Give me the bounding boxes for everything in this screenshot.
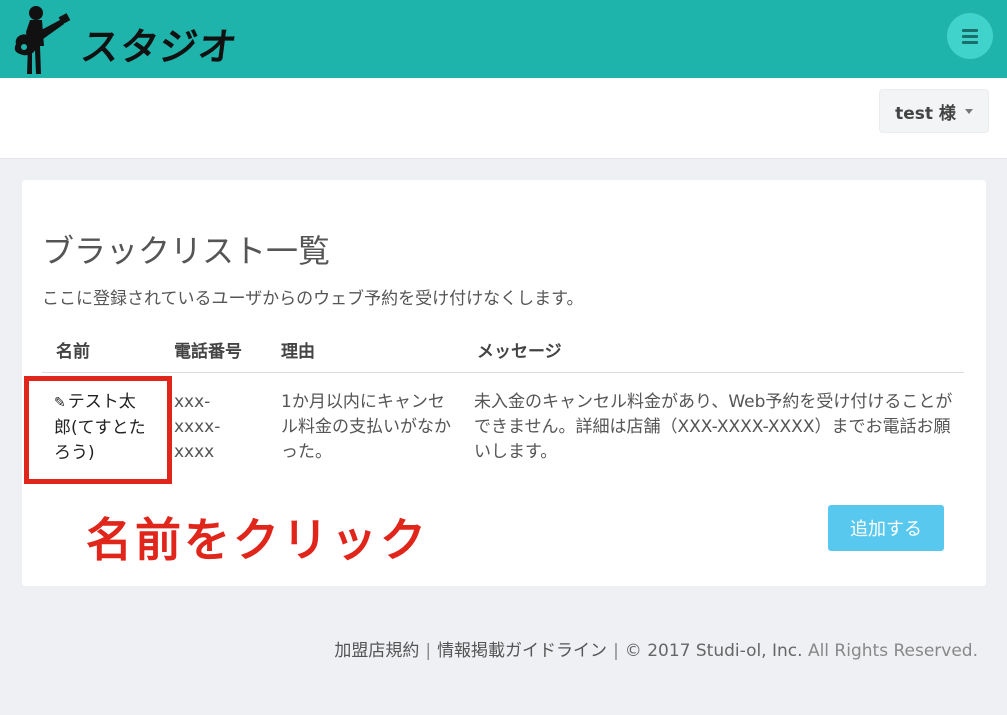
- terms-link[interactable]: 加盟店規約: [334, 641, 419, 661]
- user-bar: test 様: [0, 78, 1007, 159]
- rights-text: All Rights Reserved.: [807, 641, 978, 661]
- footer: 加盟店規約 | 情報掲載ガイドライン | © 2017 Studi-ol, Inc. A…: [334, 636, 978, 661]
- message-cell: 未入金のキャンセル料金があり、Web予約を受け付けることができません。詳細は店舗…: [474, 392, 953, 462]
- column-header-message: メッセージ: [477, 342, 562, 362]
- column-header-phone: 電話番号: [174, 342, 242, 362]
- column-header-reason: 理由: [281, 342, 315, 362]
- highlight-box: [24, 376, 172, 484]
- page-title: ブラックリスト一覧: [42, 232, 331, 270]
- guitarist-logo-icon: [14, 6, 71, 74]
- annotation-text: 名前をクリック: [86, 513, 429, 567]
- reason-cell: 1か月以内にキャンセル料金の支払いがなかった。: [281, 392, 451, 462]
- page-description: ここに登録されているユーザからのウェブ予約を受け付けなくします。: [42, 289, 584, 309]
- column-header-name: 名前: [56, 342, 90, 362]
- site-logo[interactable]: スタジオル: [10, 2, 260, 124]
- hamburger-icon: [962, 26, 978, 47]
- footer-separator: |: [425, 641, 432, 661]
- blacklist-panel: ブラックリスト一覧 ここに登録されているユーザからのウェブ予約を受け付けなくしま…: [22, 180, 986, 586]
- top-navbar: スタジオル: [0, 0, 1007, 124]
- footer-separator: |: [613, 641, 619, 661]
- copyright-text: © 2017 Studi-ol, Inc.: [624, 641, 803, 661]
- add-button[interactable]: 追加する: [828, 505, 944, 551]
- phone-cell: xxx-xxxx-xxxx: [174, 392, 221, 462]
- guideline-link[interactable]: 情報掲載ガイドライン: [437, 641, 607, 661]
- user-name: test 様: [895, 103, 956, 124]
- caret-down-icon: [964, 108, 973, 114]
- user-menu-dropdown[interactable]: test 様: [879, 89, 989, 133]
- table-header-divider: [42, 372, 964, 373]
- menu-button[interactable]: [947, 13, 993, 59]
